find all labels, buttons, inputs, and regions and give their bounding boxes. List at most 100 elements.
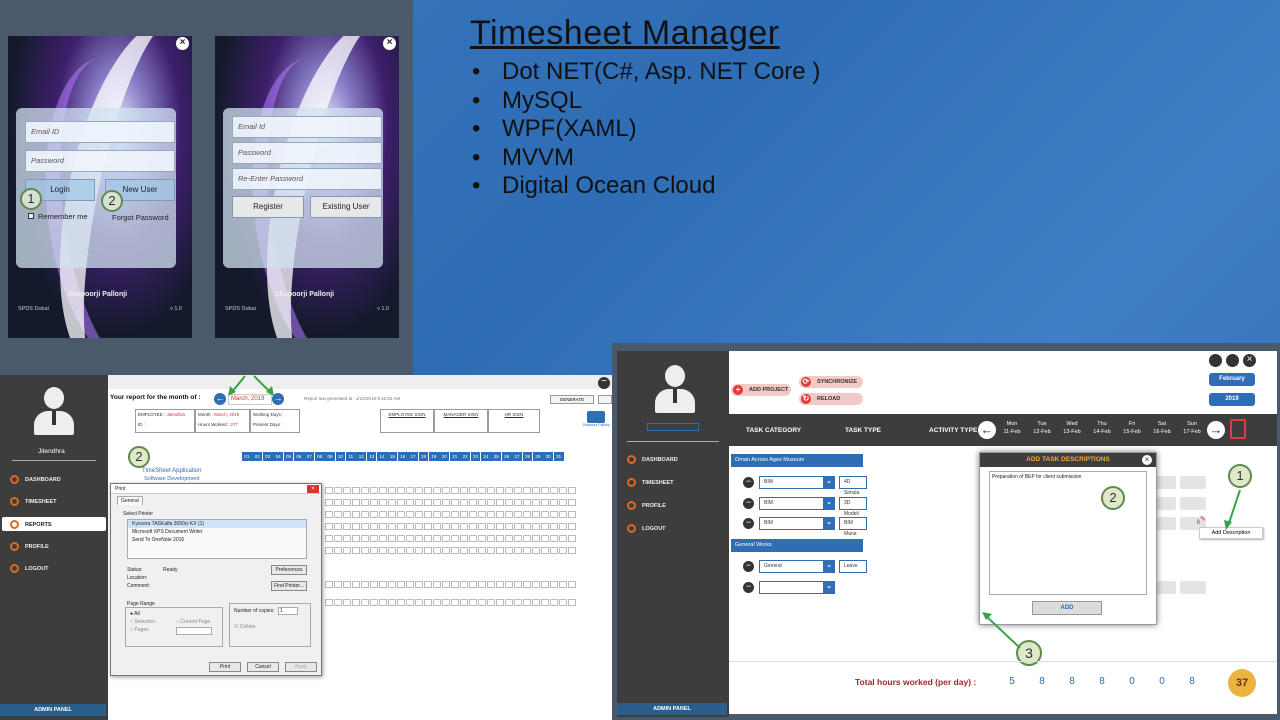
hour-cell[interactable] [1180,476,1206,489]
password-field[interactable]: Password [232,142,382,164]
remember-checkbox[interactable] [28,213,34,219]
email-field[interactable]: Email Id [232,116,382,138]
category-select[interactable]: BIM ⌄ [759,517,835,530]
day-number: 24 [480,452,491,461]
day-header: Mon 11-Feb [1003,421,1021,435]
nav-reports[interactable]: REPORTS [10,520,52,529]
cancel-button[interactable]: Cancel [247,662,279,672]
reenter-password-field[interactable]: Re-Enter Password [232,168,382,190]
remove-row-icon[interactable]: − [743,477,754,488]
year-button[interactable]: 2019 [1209,393,1255,406]
close-icon[interactable]: × [383,37,396,50]
marker-2: 2 [101,190,123,212]
print-button[interactable]: Print [209,662,241,672]
admin-panel-button[interactable]: ADMIN PANEL [617,703,727,715]
add-button[interactable]: ADD [1032,601,1102,615]
type-select[interactable]: BIM Mana [839,517,867,537]
nav-profile[interactable]: PROFILE [627,501,666,510]
prev-week-icon[interactable]: ← [978,421,996,439]
type-select[interactable]: 4D Simula [839,476,867,496]
category-select[interactable]: General ⌄ [759,560,835,573]
day-number: 26 [501,452,512,461]
apply-button[interactable]: Apply [285,662,317,672]
nav-dashboard[interactable]: DASHBOARD [627,455,678,464]
close-icon[interactable]: × [1243,354,1256,367]
nav-logout[interactable]: LOGOUT [627,524,666,533]
radio-pages[interactable]: ○ Pages [130,627,149,633]
printer-item[interactable]: Kyocera TASKalfa 3050ci KX (1) [128,520,306,528]
grand-total-badge: 37 [1228,669,1256,697]
minimize-icon[interactable]: − [598,377,610,389]
hour-cell[interactable] [1180,497,1206,510]
login-window: × Email ID Password Login New User 1 2 R… [8,36,192,338]
find-printer-button[interactable]: Find Printer... [271,581,307,591]
radio-all[interactable]: ● All [130,611,140,617]
email-field[interactable]: Email ID [25,121,175,143]
reload-icon: ↻ [801,394,811,404]
type-select[interactable]: 3D Modeli [839,497,867,517]
synchronize-button[interactable]: ⟳ SYNCHRONIZE [799,376,863,388]
maximize-icon[interactable] [1226,354,1239,367]
forgot-link[interactable]: Forgot Password [112,213,169,222]
employee-sign: EMPLOYEE SIGN [380,409,434,433]
nav-dashboard[interactable]: DASHBOARD [10,475,61,484]
comment-label: Comment: [127,583,151,589]
close-icon[interactable]: × [176,37,189,50]
grid-row [325,523,577,530]
prev-month-icon[interactable]: ← [214,393,226,405]
password-field[interactable]: Password [25,150,175,172]
remove-row-icon[interactable]: − [743,561,754,572]
add-project-button[interactable]: + ADD PROJECT [731,384,791,396]
day-header: Wed 13-Feb [1063,421,1081,435]
printer-item[interactable]: Microsoft XPS Document Writer [128,528,306,536]
remove-row-icon[interactable]: − [743,498,754,509]
next-month-icon[interactable]: → [272,393,284,405]
radio-current-page[interactable]: ○ Current Page [176,619,210,625]
description-textarea[interactable]: Preparation of BEP for client submission [989,471,1147,595]
grid-row [325,599,577,606]
col-task-category: TASK CATEGORY [746,427,802,434]
copies-input[interactable]: 1 [278,607,298,615]
tab-general[interactable]: General [117,496,143,505]
report-label: Your report for the month of : [110,394,201,401]
add-description-menu-item[interactable]: Add Description [1199,527,1263,539]
hour-cell[interactable] [1180,581,1206,594]
nav-profile[interactable]: PROFILE [10,542,49,551]
month-button[interactable]: February [1209,373,1255,386]
page-range-box: ● All ○ Selection ○ Current Page ○ Pages [125,607,223,647]
pages-input[interactable] [176,627,212,635]
category-select[interactable]: ⌄ [759,581,835,594]
nav-logout[interactable]: LOGOUT [10,564,49,573]
existing-user-button[interactable]: Existing User [310,196,382,218]
generate-button[interactable]: GENERATE [550,395,594,404]
type-select[interactable]: Leave [839,560,867,573]
collate-checkbox[interactable]: ☑ Collate [234,624,255,630]
status-label: Status: [127,567,143,573]
day-number: 12 [356,452,367,461]
close-icon[interactable]: × [1142,455,1152,465]
printer-list[interactable]: Kyocera TASKalfa 3050ci KX (1) Microsoft… [127,519,307,559]
register-button[interactable]: Register [232,196,304,218]
nav-timesheet[interactable]: TIMESHEET [627,478,673,487]
remove-row-icon[interactable]: − [743,518,754,529]
reload-button[interactable]: ↻ RELOAD [799,393,863,405]
close-icon[interactable]: × [307,485,319,493]
day-number: 02 [252,452,263,461]
preferences-button[interactable]: Preferences [271,565,307,575]
next-week-icon[interactable]: → [1207,421,1225,439]
nav-timesheet[interactable]: TIMESHEET [10,497,56,506]
day-number: 29 [532,452,543,461]
timesheet-icon [10,497,19,506]
printer-item[interactable]: Send To OneNote 2016 [128,536,306,544]
minimize-icon[interactable] [1209,354,1222,367]
day-number: 10 [335,452,346,461]
sidebar: Jitendhra DASHBOARD TIMESHEET REPORTS PR… [0,375,108,720]
radio-selection[interactable]: ○ Selection [130,619,155,625]
category-select[interactable]: BIM ⌄ [759,476,835,489]
category-select[interactable]: BIM ⌄ [759,497,835,510]
calendar-icon[interactable] [1230,419,1246,439]
edit-icon[interactable]: ✎ [1200,515,1206,523]
section-project: Oman Across Ages Museum [731,454,863,467]
remove-row-icon[interactable]: − [743,582,754,593]
admin-panel-button[interactable]: ADMIN PANEL [0,704,106,716]
